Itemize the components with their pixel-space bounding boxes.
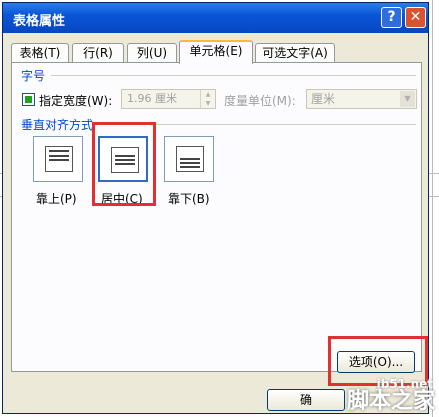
specify-width-checkbox[interactable] (22, 93, 35, 106)
help-button[interactable]: ? (381, 7, 402, 28)
table-properties-dialog: 表格属性 ? ✕ 表格(T) 行(R) 列(U) 单元格(E) 可选文字(A) … (2, 2, 429, 414)
spin-up-icon[interactable]: ▲ (201, 90, 215, 99)
close-button[interactable]: ✕ (405, 7, 426, 28)
tab-column[interactable]: 列(U) (127, 43, 177, 63)
align-top-option[interactable] (33, 136, 85, 184)
width-value: 1.96 厘米 (127, 92, 177, 105)
watermark-text: 脚本之家 (346, 389, 435, 414)
tab-cell[interactable]: 单元格(E) (179, 40, 253, 64)
unit-value: 厘米 (311, 92, 336, 106)
title-bar[interactable]: 表格属性 ? ✕ (3, 3, 428, 33)
spin-down-icon[interactable]: ▼ (201, 99, 215, 108)
align-bottom-icon (176, 146, 204, 172)
tab-table[interactable]: 表格(T) (11, 43, 69, 63)
align-top-label[interactable]: 靠上(P) (36, 190, 77, 207)
width-spinner[interactable]: 1.96 厘米 ▲ ▼ (121, 89, 216, 109)
highlight-center-box (92, 122, 156, 206)
spinner-buttons[interactable]: ▲ ▼ (200, 90, 215, 108)
ok-button[interactable]: 确 (267, 389, 345, 411)
align-top-button[interactable] (33, 136, 83, 182)
background-table-line (432, 0, 433, 417)
vertical-align-group-title: 垂直对齐方式 (21, 118, 94, 132)
group-divider (51, 75, 416, 76)
tab-row[interactable]: 行(R) (72, 43, 124, 63)
dialog-title: 表格属性 (13, 14, 66, 29)
unit-label: 度量单位(M): (224, 94, 296, 108)
size-group-title: 字号 (21, 69, 46, 83)
tab-alt-text[interactable]: 可选文字(A) (255, 43, 335, 63)
group-divider (115, 124, 416, 125)
align-top-icon (45, 146, 73, 172)
watermark: jb51.net 脚本之家 (339, 357, 439, 417)
align-bottom-label[interactable]: 靠下(B) (168, 190, 210, 207)
specify-width-label[interactable]: 指定宽度(W): (39, 92, 112, 109)
chevron-down-icon[interactable]: ▼ (400, 91, 415, 107)
align-bottom-option[interactable] (164, 136, 216, 184)
align-bottom-button[interactable] (164, 136, 214, 182)
unit-select[interactable]: 厘米 ▼ (306, 89, 417, 109)
